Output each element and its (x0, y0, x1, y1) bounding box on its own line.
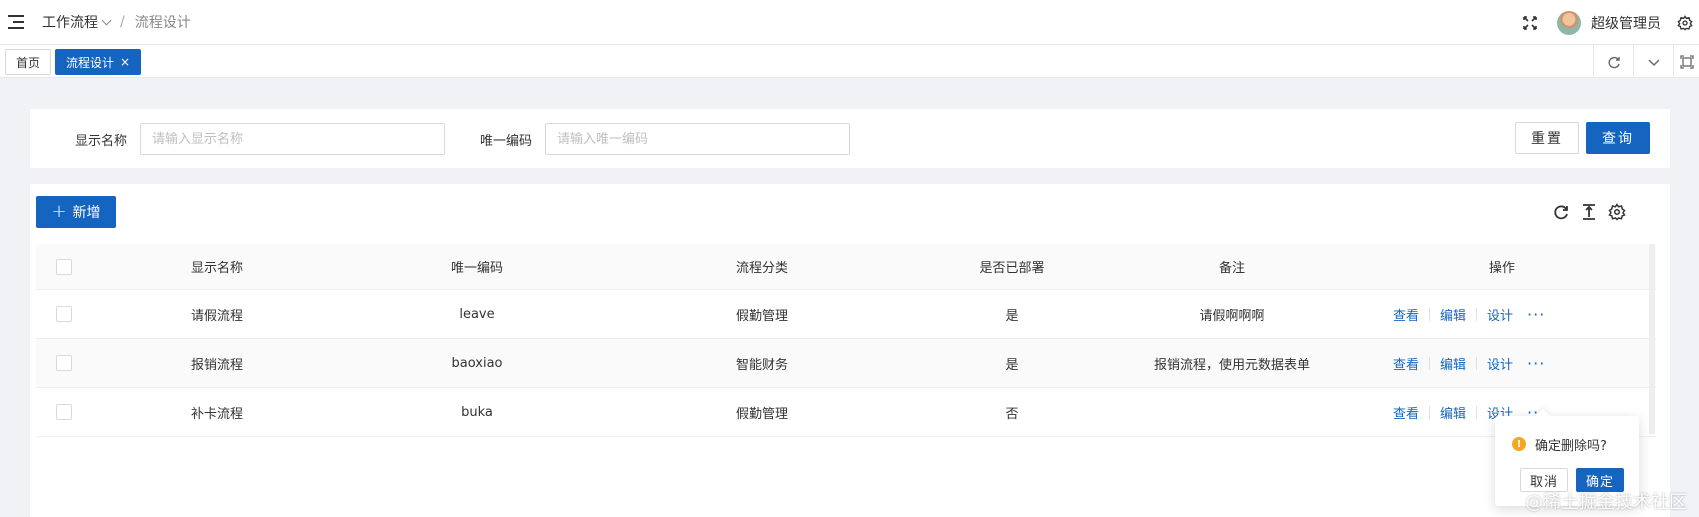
view-link[interactable]: 查看 (1393, 305, 1419, 324)
checkbox-cell (36, 290, 92, 338)
menu-fold-icon[interactable] (8, 15, 24, 29)
name-label: 显示名称 (75, 134, 128, 149)
cell-category: 智能财务 (735, 357, 788, 373)
tab-menu-button[interactable] (1633, 45, 1673, 78)
tab-tools (1593, 45, 1699, 78)
tab-process-design[interactable]: 流程设计 × (55, 49, 142, 75)
checkbox-cell (36, 339, 92, 387)
avatar[interactable] (1557, 10, 1581, 35)
column-height-icon[interactable] (1580, 203, 1598, 221)
table-scrollbar[interactable] (1649, 244, 1655, 434)
username[interactable]: 超级管理员 (1591, 13, 1661, 33)
cell-deployed: 否 (1005, 406, 1019, 422)
row-checkbox[interactable] (56, 404, 72, 420)
th-deployed[interactable]: 是否已部署 (912, 244, 1112, 289)
popconfirm-message: 确定删除吗? (1535, 439, 1607, 454)
breadcrumb: 工作流程 / 流程设计 (42, 12, 191, 32)
edit-link[interactable]: 编辑 (1440, 403, 1466, 422)
gear-icon[interactable] (1677, 14, 1693, 31)
gear-icon[interactable] (1608, 203, 1626, 221)
view-link[interactable]: 查看 (1393, 354, 1419, 373)
cell-deployed: 是 (1005, 357, 1019, 373)
row-checkbox[interactable] (56, 355, 72, 371)
cell-remark: 请假啊啊啊 (1199, 308, 1265, 324)
checkbox-cell (36, 388, 92, 436)
divider (1429, 405, 1431, 419)
breadcrumb-current: 流程设计 (134, 15, 191, 31)
cell-code: buka (461, 404, 493, 420)
tab-home[interactable]: 首页 (5, 49, 52, 75)
plus-icon: + (51, 201, 67, 222)
th-category[interactable]: 流程分类 (612, 244, 912, 289)
cell-actions: 查看 编辑 设计 ··· (1393, 290, 1653, 338)
tabs-bar: 首页 流程设计 × (0, 45, 1699, 78)
th-remark[interactable]: 备注 (1112, 244, 1352, 289)
divider (1429, 307, 1431, 321)
design-link[interactable]: 设计 (1487, 305, 1513, 324)
th-actions: 操作 (1488, 261, 1515, 276)
cell-code: baoxiao (451, 355, 503, 371)
exclamation-circle-icon: ! (1512, 437, 1526, 451)
chevron-down-icon (1648, 59, 1659, 66)
table-panel: + 新增 显示名称 唯一编码 流程分类 是否已部署 备注 操作 请假流程 lea… (30, 184, 1670, 517)
edit-link[interactable]: 编辑 (1440, 354, 1466, 373)
refresh-icon (1608, 56, 1620, 68)
reset-button[interactable]: 重置 (1515, 122, 1579, 154)
breadcrumb-separator: / (120, 14, 125, 30)
cell-name: 请假流程 (190, 308, 243, 324)
view-link[interactable]: 查看 (1393, 403, 1419, 422)
breadcrumb-parent[interactable]: 工作流程 (42, 12, 98, 32)
name-search-input[interactable] (140, 123, 445, 155)
th-name[interactable]: 显示名称 (92, 244, 342, 289)
header-checkbox-cell (36, 244, 92, 289)
refresh-icon[interactable] (1552, 203, 1570, 221)
design-link[interactable]: 设计 (1487, 354, 1513, 373)
th-code[interactable]: 唯一编码 (342, 244, 612, 289)
chevron-down-icon[interactable] (101, 15, 112, 25)
refresh-tab-button[interactable] (1593, 45, 1633, 78)
fullscreen-icon[interactable] (1523, 15, 1537, 30)
code-label: 唯一编码 (480, 134, 533, 149)
divider (1476, 405, 1478, 419)
cell-remark (1112, 388, 1352, 436)
cell-actions: 查看 编辑 设计 ··· (1393, 339, 1653, 387)
cell-remark: 报销流程，使用元数据表单 (1153, 357, 1310, 373)
more-icon[interactable]: ··· (1527, 305, 1545, 324)
tab-label: 首页 (16, 55, 41, 70)
select-all-checkbox[interactable] (56, 258, 72, 275)
code-search-input[interactable] (545, 123, 850, 155)
table-row[interactable]: 补卡流程 buka 假勤管理 否 查看 编辑 设计 ··· (36, 388, 1656, 437)
row-checkbox[interactable] (56, 306, 72, 322)
table-row[interactable]: 报销流程 baoxiao 智能财务 是 报销流程，使用元数据表单 查看 编辑 设… (36, 339, 1656, 388)
search-panel: 显示名称 唯一编码 重置 查询 (30, 109, 1670, 168)
watermark: @稀土掘金技术社区 (1525, 492, 1687, 513)
cell-category: 假勤管理 (735, 406, 788, 422)
cell-name: 补卡流程 (190, 406, 243, 422)
more-icon[interactable]: ··· (1527, 354, 1545, 373)
cell-name: 报销流程 (190, 357, 243, 373)
header-actions: 超级管理员 (1523, 0, 1699, 45)
maximize-icon (1679, 54, 1694, 69)
app-header: 工作流程 / 流程设计 超级管理员 (0, 0, 1699, 45)
add-button[interactable]: + 新增 (36, 196, 116, 228)
cell-category: 假勤管理 (735, 308, 788, 324)
process-table: 显示名称 唯一编码 流程分类 是否已部署 备注 操作 请假流程 leave 假勤… (36, 244, 1656, 437)
tab-label: 流程设计 (66, 55, 115, 70)
add-button-label: 新增 (72, 205, 101, 221)
cell-deployed: 是 (1005, 308, 1019, 324)
edit-link[interactable]: 编辑 (1440, 305, 1466, 324)
query-button[interactable]: 查询 (1586, 122, 1650, 154)
close-icon[interactable]: × (120, 56, 130, 68)
tab-maximize-button[interactable] (1673, 45, 1699, 78)
cell-code: leave (459, 306, 495, 322)
divider (1476, 356, 1478, 370)
table-row[interactable]: 请假流程 leave 假勤管理 是 请假啊啊啊 查看 编辑 设计 ··· (36, 290, 1656, 339)
divider (1476, 307, 1478, 321)
table-header: 显示名称 唯一编码 流程分类 是否已部署 备注 操作 (36, 244, 1656, 290)
divider (1429, 356, 1431, 370)
